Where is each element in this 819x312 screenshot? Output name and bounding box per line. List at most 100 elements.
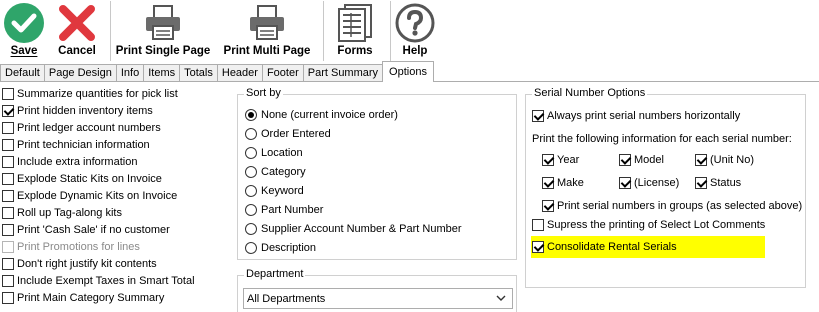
radio-button[interactable] (245, 203, 257, 216)
cancel-button[interactable]: Cancel (48, 0, 106, 62)
checkbox[interactable] (2, 223, 14, 236)
option-dont-right-justify[interactable]: Don't right justify kit contents (2, 255, 232, 272)
department-select[interactable]: All Departments (243, 288, 513, 309)
option-label: Always print serial numbers horizontally (547, 109, 741, 122)
option-roll-up-tag-along[interactable]: Roll up Tag-along kits (2, 204, 232, 221)
option-label: Supress the printing of Select Lot Comme… (547, 218, 766, 231)
printer-icon (140, 0, 186, 46)
checkbox[interactable] (542, 199, 554, 212)
checkbox[interactable] (2, 87, 14, 100)
tab-part-summary[interactable]: Part Summary (302, 64, 384, 82)
radio-label: Part Number (261, 203, 324, 216)
option-print-promotions: Print Promotions for lines (2, 238, 232, 255)
radio-button[interactable] (245, 146, 257, 159)
checkbox[interactable] (695, 153, 707, 166)
option-label: Print serial numbers in groups (as selec… (557, 199, 803, 212)
checkbox[interactable] (2, 257, 14, 270)
sort-supplier-account[interactable]: Supplier Account Number & Part Number (245, 219, 462, 238)
checkbox[interactable] (2, 104, 14, 117)
tab-footer[interactable]: Footer (261, 64, 304, 82)
serial-field-license[interactable]: (License) (619, 171, 695, 194)
radio-label: None (current invoice order) (261, 108, 398, 121)
radio-label: Order Entered (261, 127, 331, 140)
checkbox[interactable] (2, 206, 14, 219)
option-label: Status (710, 176, 742, 189)
checkbox[interactable] (2, 172, 14, 185)
sort-location[interactable]: Location (245, 143, 462, 162)
checkbox[interactable] (2, 291, 14, 304)
forms-label: Forms (337, 45, 373, 57)
sort-category[interactable]: Category (245, 162, 462, 181)
sort-by-group: Sort by None (current invoice order) Ord… (237, 87, 517, 260)
option-label: Print 'Cash Sale' if no customer (17, 223, 170, 236)
checkbox[interactable] (2, 274, 14, 287)
department-legend: Department (244, 268, 306, 280)
serial-field-status[interactable]: Status (695, 171, 741, 194)
checkbox (2, 240, 14, 253)
option-print-technician-info[interactable]: Print technician information (2, 136, 232, 153)
sort-part-number[interactable]: Part Number (245, 200, 462, 219)
sort-order-entered[interactable]: Order Entered (245, 124, 462, 143)
checkmark-icon (1, 0, 47, 46)
sort-keyword[interactable]: Keyword (245, 181, 462, 200)
tab-page-design[interactable]: Page Design (43, 64, 117, 82)
checkbox[interactable] (2, 189, 14, 202)
option-explode-static-kits[interactable]: Explode Static Kits on Invoice (2, 170, 232, 187)
checkbox[interactable] (532, 218, 544, 231)
option-explode-dynamic-kits[interactable]: Explode Dynamic Kits on Invoice (2, 187, 232, 204)
sort-description[interactable]: Description (245, 238, 462, 257)
tab-items[interactable]: Items (143, 64, 181, 82)
checkbox[interactable] (619, 153, 631, 166)
option-include-exempt-taxes[interactable]: Include Exempt Taxes in Smart Total (2, 272, 232, 289)
checkbox[interactable] (542, 176, 554, 189)
help-label: Help (402, 45, 428, 57)
serial-consolidate-rental[interactable]: Consolidate Rental Serials (531, 236, 766, 258)
option-print-hidden-items[interactable]: Print hidden inventory items (2, 102, 232, 119)
option-summarize-quantities[interactable]: Summarize quantities for pick list (2, 85, 232, 102)
sort-none[interactable]: None (current invoice order) (245, 105, 462, 124)
checkbox[interactable] (619, 176, 631, 189)
help-button[interactable]: Help (391, 0, 439, 62)
option-label: Print hidden inventory items (17, 104, 153, 117)
radio-button[interactable] (245, 241, 257, 254)
serial-info-text: Print the following information for each… (532, 132, 792, 145)
radio-button[interactable] (245, 184, 257, 197)
print-single-page-label: Print Single Page (115, 45, 211, 57)
option-include-extra-info[interactable]: Include extra information (2, 153, 232, 170)
tab-info[interactable]: Info (115, 64, 145, 82)
option-print-cash-sale[interactable]: Print 'Cash Sale' if no customer (2, 221, 232, 238)
checkbox[interactable] (695, 176, 707, 189)
save-button[interactable]: Save (0, 0, 48, 62)
tab-totals[interactable]: Totals (179, 64, 218, 82)
tab-header[interactable]: Header (216, 64, 263, 82)
options-list: Summarize quantities for pick list Print… (2, 85, 232, 306)
radio-button[interactable] (245, 108, 257, 121)
option-label: Don't right justify kit contents (17, 257, 157, 270)
checkbox[interactable] (2, 155, 14, 168)
option-print-ledger-accounts[interactable]: Print ledger account numbers (2, 119, 232, 136)
radio-button[interactable] (245, 222, 257, 235)
checkbox[interactable] (2, 121, 14, 134)
serial-options-group: Serial Number Options Always print seria… (525, 87, 806, 288)
option-label: (License) (634, 176, 680, 189)
print-single-page-button[interactable]: Print Single Page (111, 0, 215, 62)
serial-horizontal-option[interactable]: Always print serial numbers horizontally (532, 104, 792, 127)
forms-button[interactable]: Forms (324, 0, 386, 62)
checkbox[interactable] (532, 109, 544, 122)
save-label: Save (10, 45, 38, 57)
serial-suppress-lot-comments[interactable]: Supress the printing of Select Lot Comme… (532, 213, 765, 236)
checkbox[interactable] (542, 153, 554, 166)
serial-field-unit-no[interactable]: (Unit No) (695, 148, 754, 171)
tab-default[interactable]: Default (0, 64, 45, 82)
checkbox[interactable] (2, 138, 14, 151)
radio-button[interactable] (245, 127, 257, 140)
department-value: All Departments (247, 292, 326, 305)
serial-field-year[interactable]: Year (542, 148, 619, 171)
option-print-main-category[interactable]: Print Main Category Summary (2, 289, 232, 306)
tab-options[interactable]: Options (382, 61, 434, 82)
print-multi-page-button[interactable]: Print Multi Page (215, 0, 319, 62)
checkbox[interactable] (532, 241, 544, 253)
radio-button[interactable] (245, 165, 257, 178)
serial-field-model[interactable]: Model (619, 148, 695, 171)
serial-field-make[interactable]: Make (542, 171, 619, 194)
